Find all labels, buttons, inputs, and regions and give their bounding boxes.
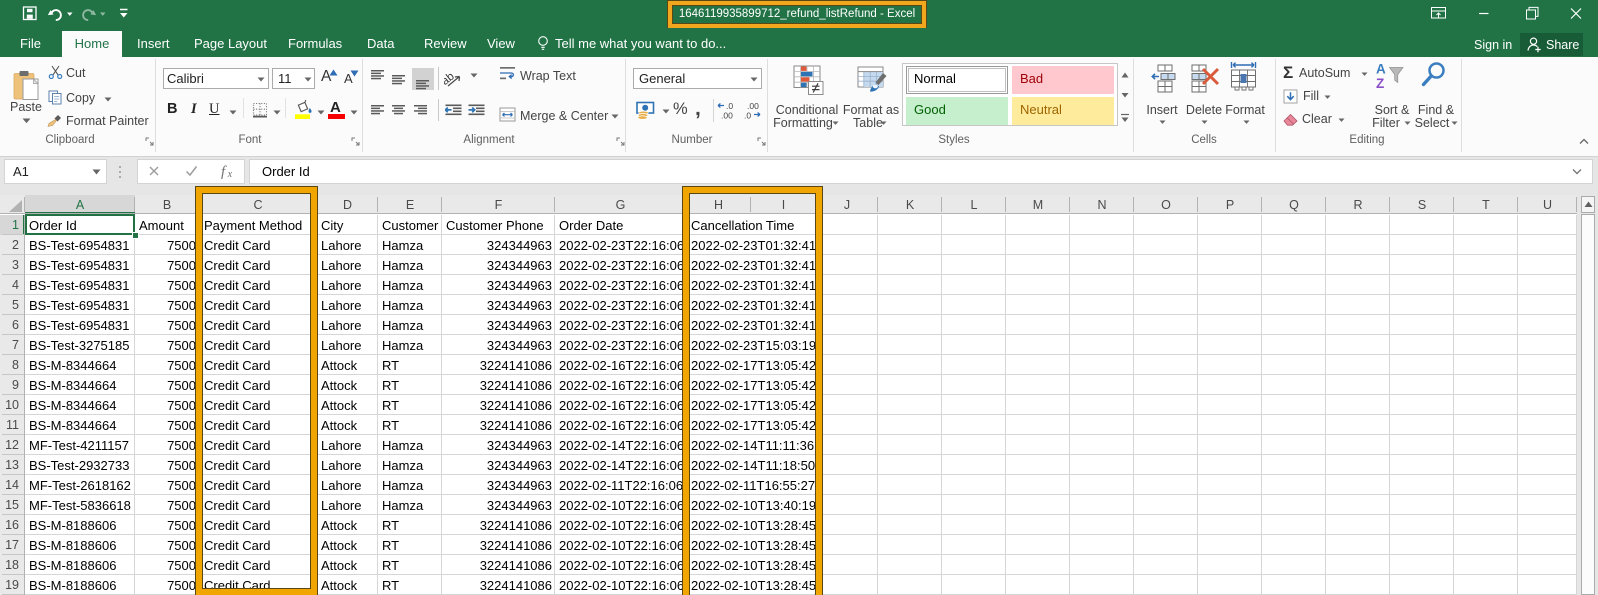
svg-text:ab: ab	[444, 71, 457, 88]
svg-text:.0: .0	[744, 111, 751, 121]
svg-text:.0: .0	[726, 101, 733, 111]
svg-text:.00: .00	[747, 101, 759, 111]
svg-text:f: f	[221, 164, 227, 180]
svg-text:Z: Z	[1376, 76, 1384, 90]
svg-text:A: A	[1376, 62, 1386, 77]
svg-text:x: x	[227, 169, 233, 180]
svg-text:.00: .00	[721, 111, 733, 121]
